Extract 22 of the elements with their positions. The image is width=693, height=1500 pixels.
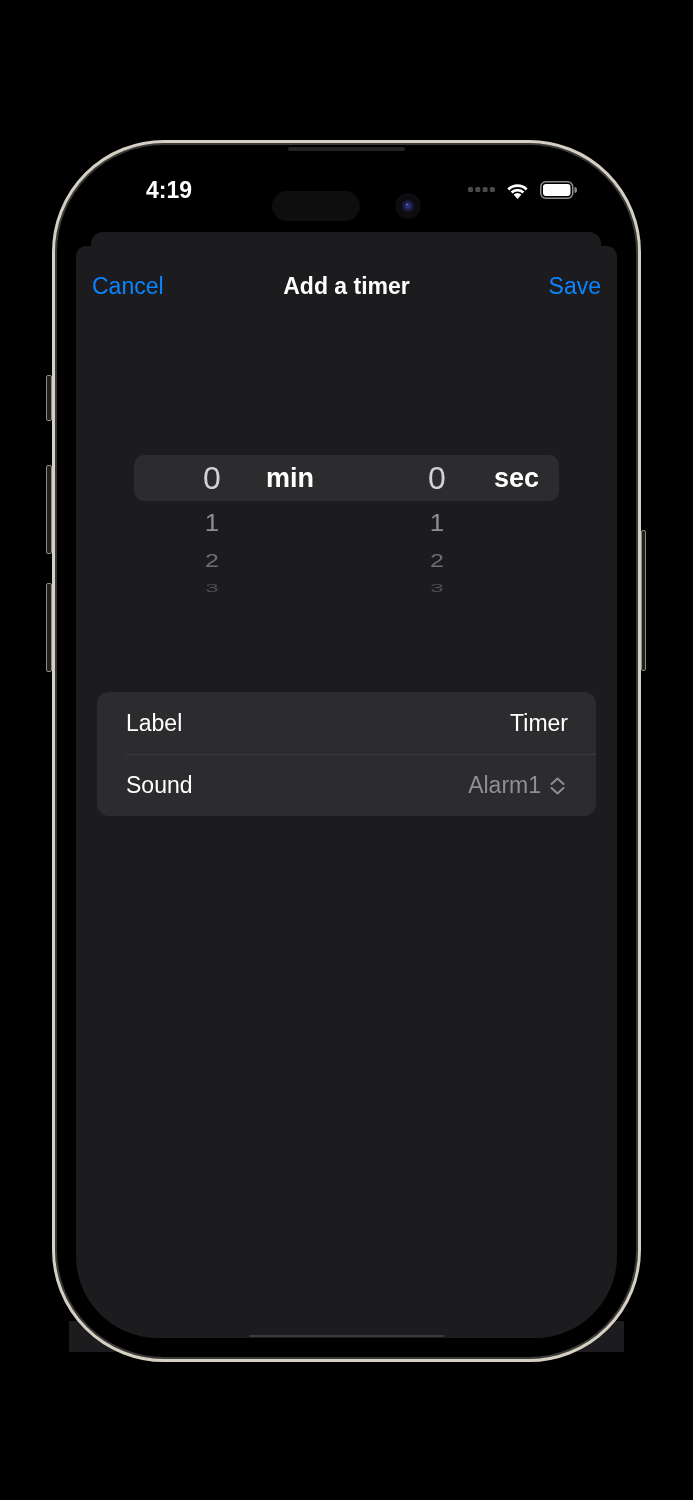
label-text-field[interactable]: Timer [510, 709, 568, 737]
row-label: Sound [126, 772, 193, 799]
side-key [46, 375, 52, 421]
picker-unit-label: sec [494, 462, 540, 493]
picker-value[interactable]: 0 [428, 462, 446, 494]
battery-icon [540, 181, 577, 199]
save-button[interactable]: Save [548, 272, 601, 300]
row-label: Label [126, 709, 183, 737]
sheet-title: Add a timer [283, 272, 410, 300]
picker-value[interactable]: 0 [203, 462, 221, 494]
camera-lens-icon [395, 193, 421, 219]
picker-value[interactable]: 1 [429, 509, 445, 535]
chevron-up-down-icon [549, 776, 566, 795]
wifi-icon [506, 181, 529, 199]
picker-value[interactable]: 2 [430, 551, 444, 569]
sound-menu-button[interactable]: Alarm1 [468, 772, 568, 799]
picker-value[interactable]: 1 [204, 509, 220, 535]
signal-icon [468, 187, 495, 193]
cancel-button[interactable]: Cancel [92, 272, 164, 300]
picker-unit-label: min [266, 462, 314, 493]
picker-value[interactable]: 2 [205, 551, 219, 569]
status-time: 4:19 [146, 177, 193, 203]
